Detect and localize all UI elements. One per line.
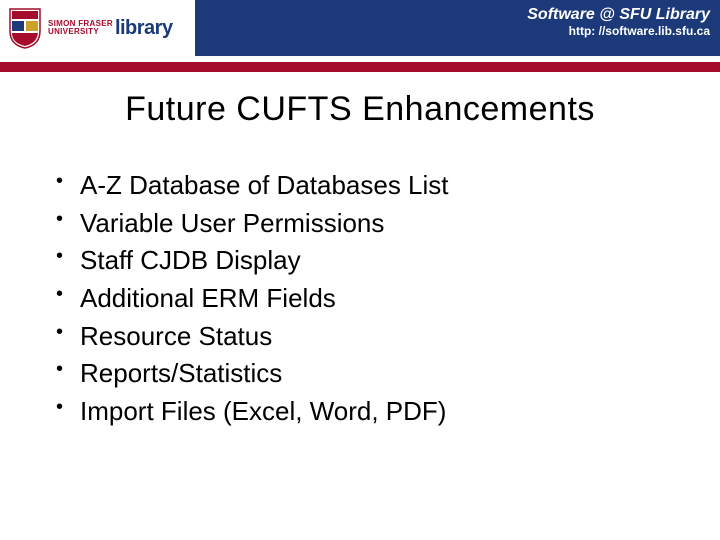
- bullet-list: A-Z Database of Databases List Variable …: [44, 167, 676, 431]
- logo-block: SIMON FRASER UNIVERSITY library: [0, 0, 195, 56]
- list-item: Staff CJDB Display: [50, 242, 676, 280]
- list-item: A-Z Database of Databases List: [50, 167, 676, 205]
- list-item: Reports/Statistics: [50, 355, 676, 393]
- list-item: Resource Status: [50, 318, 676, 356]
- slide-header: SIMON FRASER UNIVERSITY library Software…: [0, 0, 720, 56]
- library-word: library: [115, 17, 173, 40]
- shield-icon: [8, 7, 42, 49]
- red-accent-bar: [0, 62, 720, 72]
- list-item: Additional ERM Fields: [50, 280, 676, 318]
- list-item: Variable User Permissions: [50, 205, 676, 243]
- org-line2: UNIVERSITY: [48, 28, 113, 36]
- list-item: Import Files (Excel, Word, PDF): [50, 393, 676, 431]
- org-name: SIMON FRASER UNIVERSITY: [48, 20, 113, 36]
- header-url: http: //software.lib.sfu.ca: [527, 24, 710, 38]
- slide-content: Future CUFTS Enhancements A-Z Database o…: [0, 72, 720, 431]
- slide-title: Future CUFTS Enhancements: [44, 90, 676, 129]
- header-right: Software @ SFU Library http: //software.…: [527, 6, 710, 38]
- software-title: Software @ SFU Library: [527, 6, 710, 24]
